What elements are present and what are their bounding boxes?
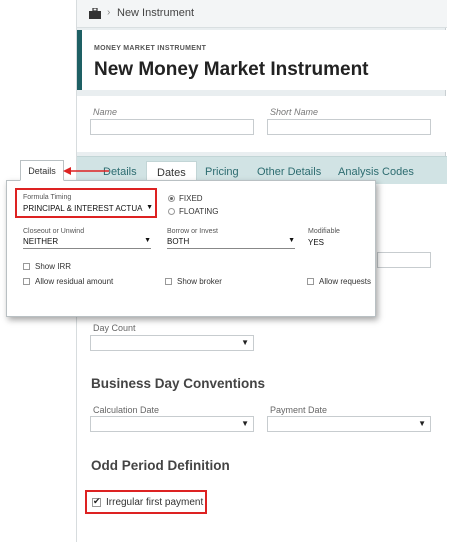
breadcrumb-separator: › (107, 7, 111, 18)
borrow-invest-select[interactable]: BOTH ▼ (167, 236, 295, 249)
show-irr-checkbox[interactable] (23, 263, 30, 270)
details-popup: Formula Timing PRINCIPAL & INTEREST ACTU… (6, 180, 376, 317)
modifiable-value: YES (308, 238, 325, 247)
irregular-first-payment-checkbox[interactable]: ✔ (92, 496, 101, 507)
short-name-label: Short Name (270, 107, 319, 117)
tab-other-details[interactable]: Other Details (257, 166, 321, 178)
briefcase-icon[interactable] (89, 8, 101, 19)
chevron-down-icon: ▼ (144, 237, 151, 244)
hidden-date-input[interactable] (377, 252, 431, 268)
day-count-label: Day Count (93, 323, 136, 333)
chevron-down-icon: ▼ (241, 338, 249, 347)
borrow-invest-label: Borrow or Invest (167, 228, 218, 235)
radio-fixed[interactable] (168, 195, 175, 202)
closeout-label: Closeout or Unwind (23, 228, 85, 235)
chevron-down-icon: ▼ (241, 419, 249, 428)
calculation-date-label: Calculation Date (93, 405, 160, 415)
breadcrumb-current[interactable]: New Instrument (117, 7, 194, 19)
irregular-first-payment-label: Irregular first payment (106, 497, 204, 508)
allow-requests-checkbox[interactable] (307, 278, 314, 285)
borrow-invest-value: BOTH (167, 237, 190, 246)
tab-analysis-codes[interactable]: Analysis Codes (338, 166, 414, 178)
name-label: Name (93, 107, 118, 117)
closeout-value: NEITHER (23, 237, 59, 246)
breadcrumb: › New Instrument (77, 0, 447, 28)
allow-residual-label: Allow residual amount (35, 277, 114, 286)
name-input[interactable] (90, 119, 254, 135)
radio-fixed-label: FIXED (179, 194, 203, 203)
name-card: Name Short Name (77, 96, 447, 152)
radio-floating-label: FLOATING (179, 207, 219, 216)
chevron-down-icon: ▼ (418, 419, 426, 428)
show-broker-checkbox[interactable] (165, 278, 172, 285)
payment-date-select[interactable]: ▼ (267, 416, 431, 432)
chevron-down-icon: ▼ (288, 237, 295, 244)
chevron-down-icon: ▼ (146, 204, 153, 211)
popup-details-tab[interactable]: Details (20, 160, 64, 181)
formula-timing-label: Formula Timing (23, 194, 72, 201)
check-icon: ✔ (93, 496, 101, 506)
formula-timing-select[interactable]: PRINCIPAL & INTEREST ACTUA ▼ (23, 203, 153, 216)
page-title: New Money Market Instrument (94, 59, 369, 80)
show-irr-label: Show IRR (35, 262, 72, 271)
tab-pricing[interactable]: Pricing (205, 166, 239, 178)
short-name-input[interactable] (267, 119, 431, 135)
show-broker-label: Show broker (177, 277, 222, 286)
allow-residual-checkbox[interactable] (23, 278, 30, 285)
page-kicker: MONEY MARKET INSTRUMENT (94, 45, 207, 52)
radio-floating[interactable] (168, 208, 175, 215)
business-day-title: Business Day Conventions (91, 376, 266, 391)
formula-timing-value: PRINCIPAL & INTEREST ACTUA (23, 204, 143, 213)
day-count-select[interactable]: ▼ (90, 335, 254, 351)
payment-date-label: Payment Date (270, 405, 328, 415)
odd-period-title: Odd Period Definition (91, 458, 230, 473)
calculation-date-select[interactable]: ▼ (90, 416, 254, 432)
closeout-select[interactable]: NEITHER ▼ (23, 236, 151, 249)
arrow-left-icon (63, 167, 109, 175)
modifiable-label: Modifiable (308, 228, 340, 235)
title-card: MONEY MARKET INSTRUMENT New Money Market… (77, 30, 447, 90)
allow-requests-label: Allow requests (319, 277, 372, 286)
